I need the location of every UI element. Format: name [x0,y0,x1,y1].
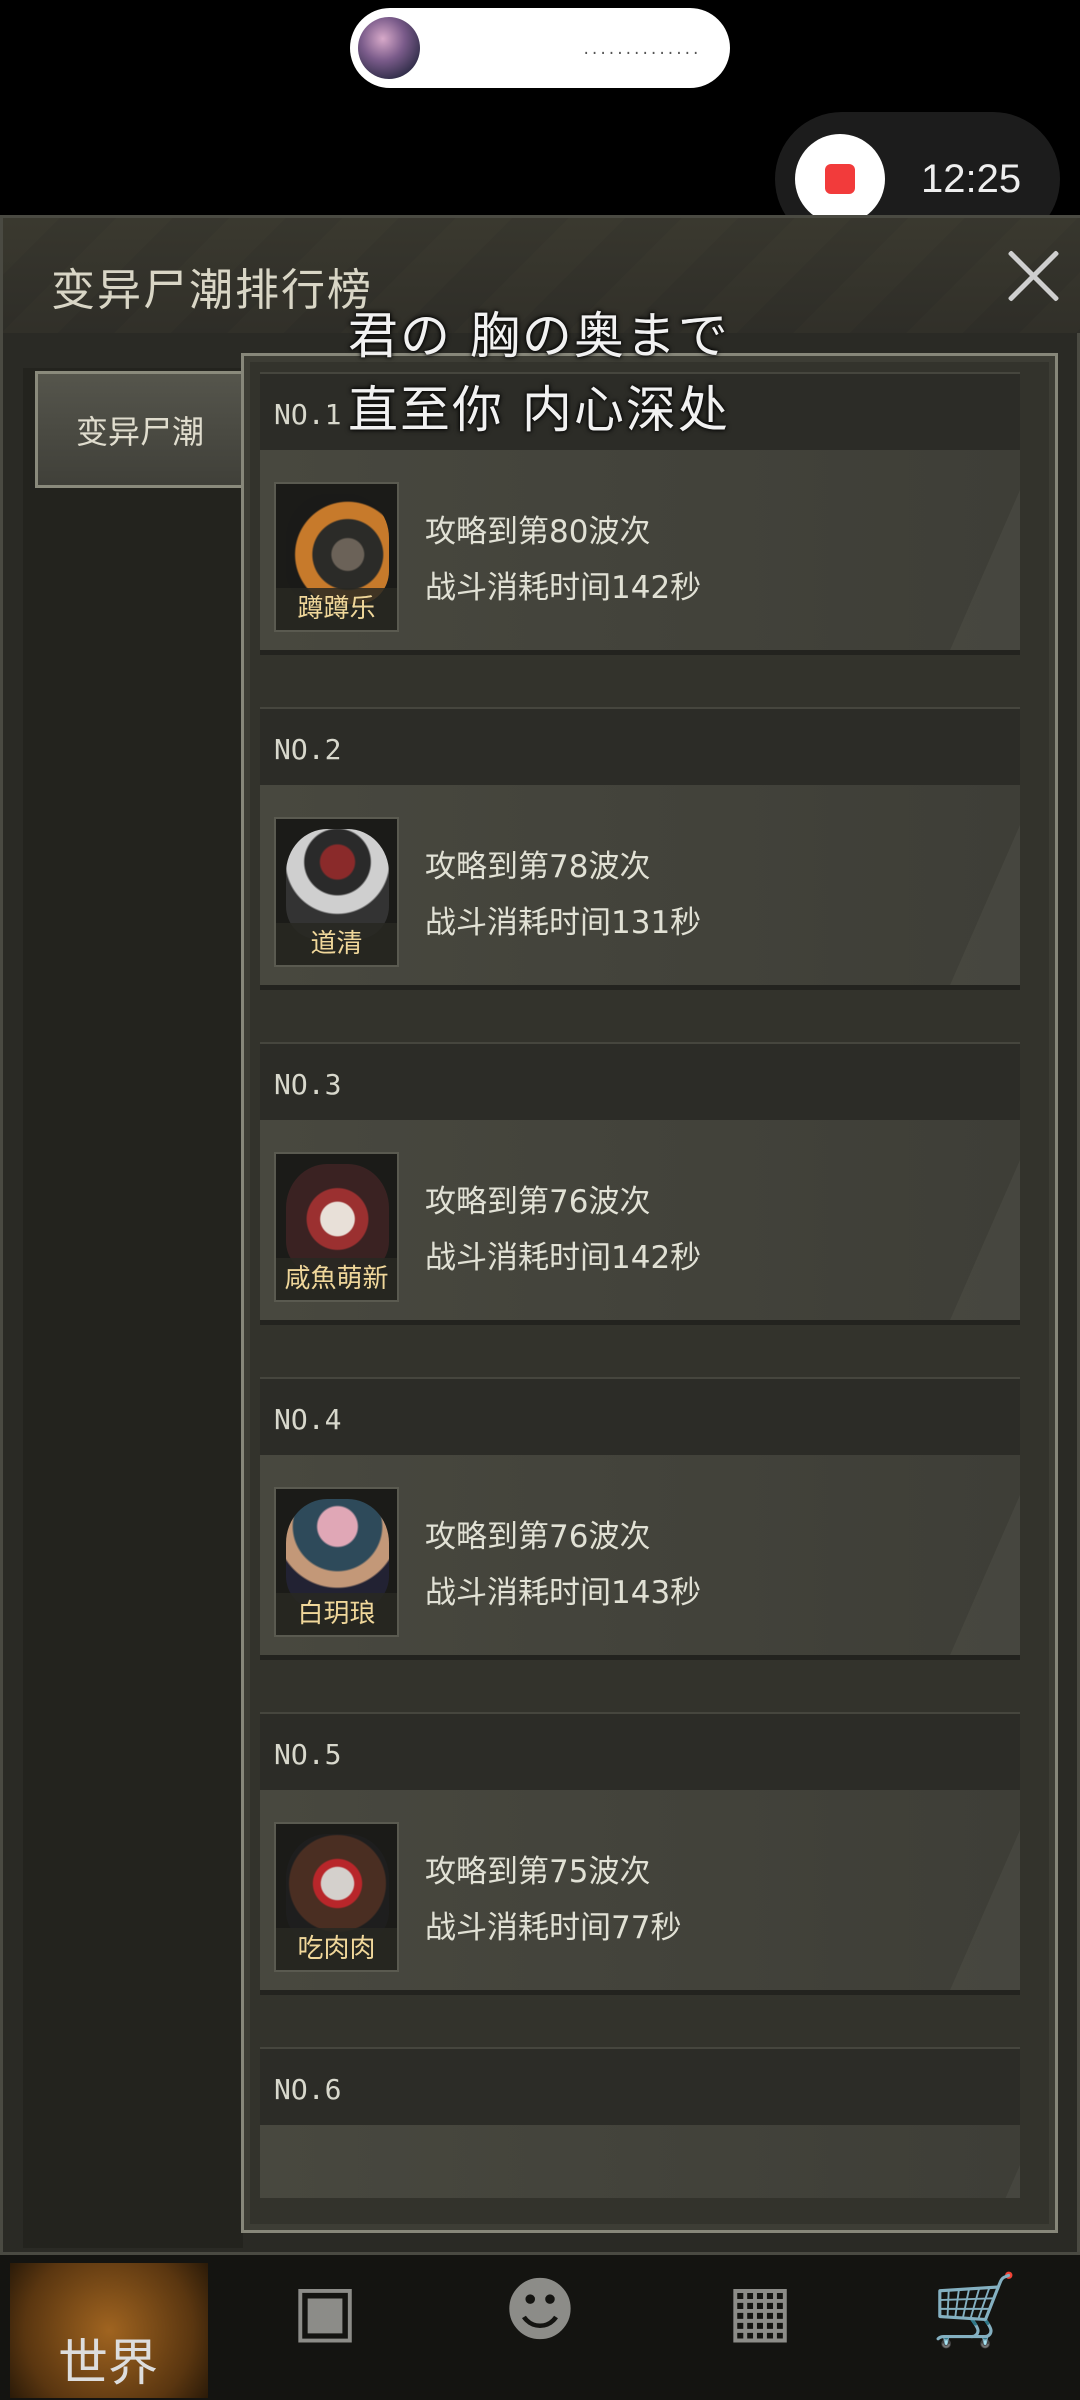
avatar[interactable]: 吃肉肉 [274,1822,399,1972]
head-icon[interactable]: ☻ [485,2255,595,2365]
player-name: 白玥琅 [276,1593,397,1635]
list-item[interactable]: NO.6 [260,2047,1020,2198]
backpack-icon[interactable]: ▣ [270,2255,380,2365]
player-name: 吃肉肉 [276,1928,397,1970]
tab-column [23,368,243,2248]
window-title: 变异尸潮排行榜 [51,265,373,316]
leaderboard-list[interactable]: NO.1 蹲蹲乐 攻略到第80波次 战斗消耗时间142秒 NO.2 道清 攻略到… [260,372,1039,2198]
wave-progress: 攻略到第75波次 [425,1854,651,1890]
stop-icon [825,164,855,194]
player-name: 蹲蹲乐 [276,588,397,630]
wave-progress: 攻略到第80波次 [425,514,651,550]
wave-progress: 攻略到第76波次 [425,1184,651,1220]
cart-icon[interactable]: 🛒 [920,2255,1030,2365]
avatar [358,17,420,79]
rank-label: NO.2 [274,733,342,766]
battle-time: 战斗消耗时间142秒 [425,1240,702,1276]
record-time: 12:25 [921,156,1022,201]
battle-time: 战斗消耗时间143秒 [425,1575,702,1611]
list-item[interactable]: NO.3 咸魚萌新 攻略到第76波次 战斗消耗时间142秒 [260,1042,1020,1325]
battle-time: 战斗消耗时间77秒 [425,1910,682,1946]
list-item[interactable]: NO.2 道清 攻略到第78波次 战斗消耗时间131秒 [260,707,1020,990]
leaderboard-window: 变异尸潮排行榜 变异尸潮 NO.1 蹲蹲乐 攻略到第80波次 战斗消耗时间142… [0,215,1080,2255]
close-icon[interactable] [1003,246,1063,306]
leaderboard-panel: NO.1 蹲蹲乐 攻略到第80波次 战斗消耗时间142秒 NO.2 道清 攻略到… [241,353,1058,2233]
avatar[interactable]: 道清 [274,817,399,967]
dynamic-island[interactable]: ·············· [350,8,730,88]
rank-label: NO.6 [274,2073,342,2106]
player-name: 咸魚萌新 [276,1258,397,1300]
island-progress: ·············· [581,46,700,62]
rank-label: NO.1 [274,398,342,431]
wave-progress: 攻略到第78波次 [425,849,651,885]
wave-progress: 攻略到第76波次 [425,1519,651,1555]
list-item[interactable]: NO.4 白玥琅 攻略到第76波次 战斗消耗时间143秒 [260,1377,1020,1660]
tab-world-label: 世界 [58,2334,158,2392]
lyric-overlay-line1: 君の 胸の奥まで [348,307,730,365]
battle-time: 战斗消耗时间142秒 [425,570,702,606]
bottom-nav: 世界 ▣ ☻ ▦ 🛒 [0,2255,1080,2400]
avatar[interactable]: 咸魚萌新 [274,1152,399,1302]
lyric-overlay-line2: 直至你 内心深处 [348,381,730,439]
tab-mutant-wave[interactable]: 变异尸潮 [35,371,245,488]
player-name: 道清 [276,923,397,965]
avatar[interactable]: 蹲蹲乐 [274,482,399,632]
status-bar: ·············· 12:25 [0,0,1080,246]
battle-time: 战斗消耗时间131秒 [425,905,702,941]
list-item[interactable]: NO.5 吃肉肉 攻略到第75波次 战斗消耗时间77秒 [260,1712,1020,1995]
rank-label: NO.5 [274,1738,342,1771]
rank-label: NO.4 [274,1403,342,1436]
phone-icon[interactable]: ▦ [705,2255,815,2365]
avatar[interactable]: 白玥琅 [274,1487,399,1637]
rank-label: NO.3 [274,1068,342,1101]
stop-record-button[interactable] [795,134,885,224]
tab-world[interactable]: 世界 [10,2263,208,2398]
